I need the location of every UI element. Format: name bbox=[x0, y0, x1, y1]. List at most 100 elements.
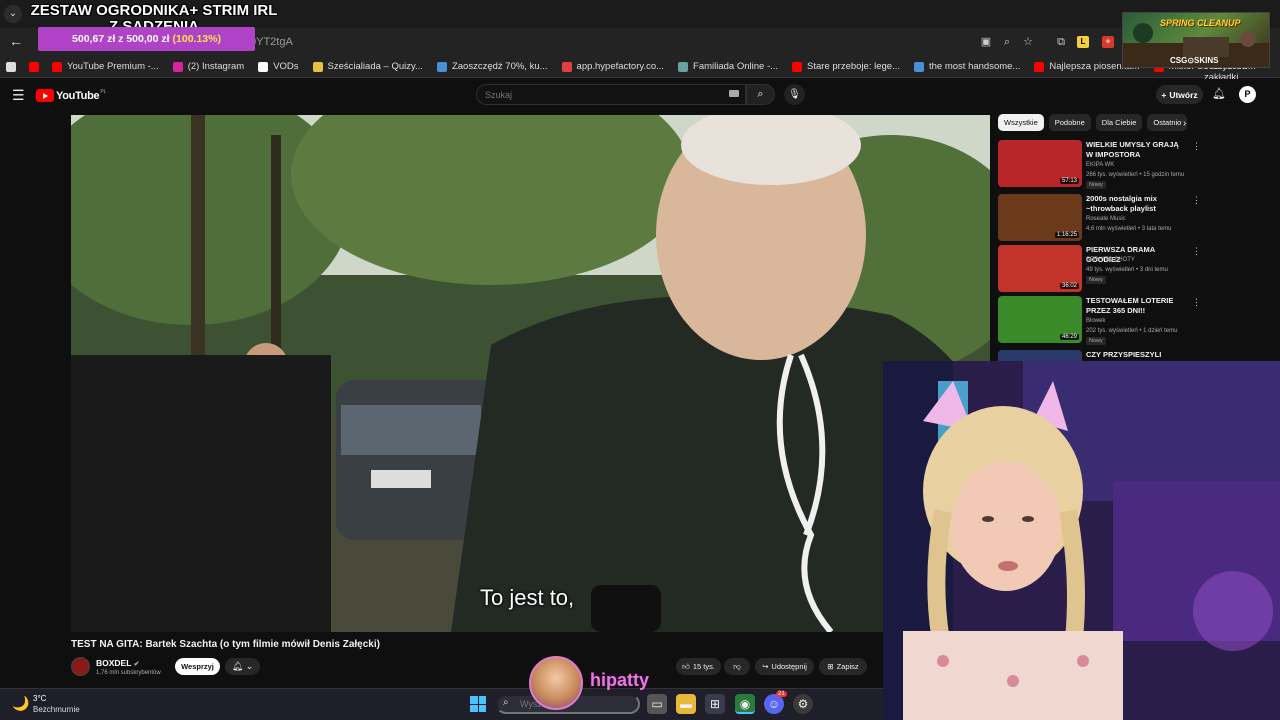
install-app-icon[interactable]: ▣ bbox=[978, 34, 994, 50]
channel-name-text: BOXDEL bbox=[96, 658, 132, 668]
back-arrow-icon[interactable]: ← bbox=[8, 33, 24, 51]
channel-subscribers: 1,76 mln subskrybentów bbox=[96, 670, 161, 676]
bookmark-label: (2) Instagram bbox=[187, 61, 245, 72]
recommendation-channel[interactable]: EKIPA WK bbox=[1086, 162, 1114, 168]
weather-moon-icon[interactable]: 🌙 bbox=[12, 695, 29, 712]
video-player[interactable] bbox=[71, 115, 990, 632]
save-button[interactable]: ⊞ Zapisz bbox=[819, 658, 867, 675]
filter-chips: Wszystkie Podobne Dla Ciebie Ostatnio bbox=[998, 114, 1188, 132]
menu-icon[interactable]: ☰ bbox=[12, 87, 25, 104]
notifications-bell-icon[interactable]: 🔔︎ bbox=[1212, 87, 1226, 100]
bookmark-item[interactable] bbox=[29, 61, 44, 72]
youtube-country-code: PL bbox=[100, 89, 107, 95]
file-explorer-icon[interactable]: ▬ bbox=[676, 694, 696, 714]
steam-icon[interactable]: ⚙ bbox=[793, 694, 813, 714]
recommendation-item[interactable]: 57:13 WIELKIE UMYSŁY GRAJĄ W IMPOSTORA E… bbox=[998, 140, 1201, 190]
task-view-icon[interactable]: ▭ bbox=[647, 694, 667, 714]
search-button[interactable]: ⌕ bbox=[746, 84, 775, 105]
microphone-icon: 🎙 bbox=[788, 89, 801, 100]
extension-icon[interactable]: ⧉ bbox=[1053, 34, 1069, 50]
search-input[interactable] bbox=[476, 84, 746, 105]
recommendation-title[interactable]: CZY PRZYSPIESZYLI CZAS? bbox=[1086, 350, 1182, 361]
recommendation-channel[interactable]: SERHITO SHOTY bbox=[1086, 257, 1135, 263]
more-options-icon[interactable]: ⋮ bbox=[1192, 246, 1201, 257]
recommendation-item[interactable]: 46:29 TESTOWAŁEM LOTERIE PRZEZ 365 DNI!!… bbox=[998, 296, 1201, 346]
recommendation-meta: 266 tys. wyświetleń • 15 godzin temu bbox=[1086, 172, 1185, 178]
bookmark-item[interactable]: app.hypefactory.co... bbox=[561, 61, 665, 72]
bookmark-item[interactable]: VODs bbox=[258, 61, 299, 72]
bookmark-label: app.hypefactory.co... bbox=[576, 61, 665, 72]
store-icon[interactable]: ⊞ bbox=[705, 694, 725, 714]
bookmark-favicon-icon bbox=[436, 61, 447, 72]
subscription-bell-button[interactable]: 🔔︎ ⌄ bbox=[225, 658, 260, 675]
more-options-icon[interactable]: ⋮ bbox=[1192, 297, 1201, 308]
address-url[interactable]: 0YT2tgA bbox=[250, 36, 293, 48]
recommendation-title[interactable]: TESTOWAŁEM LOTERIE PRZEZ 365 DNI!! bbox=[1086, 296, 1182, 316]
chevron-right-icon[interactable]: › bbox=[1183, 118, 1186, 129]
bookmark-item[interactable]: Zaoszczędź 70%, ku... bbox=[436, 61, 548, 72]
keyboard-icon[interactable] bbox=[729, 90, 739, 97]
recommendation-thumbnail[interactable]: 57:13 bbox=[998, 140, 1082, 187]
channel-avatar[interactable] bbox=[71, 657, 90, 676]
bookmark-item[interactable]: Familiada Online -... bbox=[678, 61, 778, 72]
bookmark-item[interactable]: (2) Instagram bbox=[172, 61, 245, 72]
bookmark-item[interactable]: the most handsome... bbox=[914, 61, 1020, 72]
extension-red-icon[interactable]: ◈ bbox=[1102, 36, 1114, 48]
more-options-icon[interactable]: ⋮ bbox=[1192, 195, 1201, 206]
chrome-icon[interactable]: ◉ bbox=[735, 694, 755, 714]
zoom-icon[interactable]: ⌕ bbox=[999, 34, 1015, 50]
chip-for-you[interactable]: Dla Ciebie bbox=[1095, 114, 1143, 131]
recommendation-item[interactable]: 36:02 PIERWSZA DRAMA GOODIEZ SERHITO SHO… bbox=[998, 245, 1201, 295]
donation-goal-percent: (100.13%) bbox=[172, 33, 221, 45]
streamer-name: hipatty bbox=[590, 670, 650, 690]
recommendation-meta: 4,6 mln wyświetleń • 3 lata temu bbox=[1086, 226, 1172, 232]
recommendation-item[interactable]: CZY PRZYSPIESZYLI CZAS? bbox=[998, 350, 1198, 361]
bookmark-label: Familiada Online -... bbox=[693, 61, 779, 72]
recommendation-channel[interactable]: Roseate Music bbox=[1086, 216, 1126, 222]
recommendation-thumbnail[interactable]: 46:29 bbox=[998, 296, 1082, 343]
recommendation-title[interactable]: WIELKIE UMYSŁY GRAJĄ W IMPOSTORA bbox=[1086, 140, 1182, 160]
bookmark-item[interactable]: Sześcialiada – Quizy... bbox=[312, 61, 423, 72]
bookmark-item[interactable]: YouTube Premium -... bbox=[52, 61, 159, 72]
new-badge: Nowy bbox=[1086, 276, 1106, 284]
recommendation-thumbnail[interactable]: 1:16:25 bbox=[998, 194, 1082, 241]
bookmark-favicon-icon bbox=[792, 61, 803, 72]
weather-temperature[interactable]: 3°C bbox=[33, 694, 46, 703]
recommendation-item[interactable]: 1:16:25 2000s nostalgia mix ~throwback p… bbox=[998, 194, 1201, 244]
youtube-logo[interactable]: YouTube PL bbox=[36, 89, 106, 102]
voice-search-button[interactable]: 🎙 bbox=[784, 84, 805, 105]
like-button[interactable]: 👍︎ 15 tys. bbox=[676, 658, 721, 675]
bookmark-favicon-icon bbox=[29, 61, 39, 72]
discord-icon[interactable]: ☺ bbox=[764, 694, 784, 714]
recommendation-thumbnail[interactable] bbox=[998, 350, 1082, 361]
more-options-icon[interactable]: ⋮ bbox=[1192, 141, 1201, 152]
support-button[interactable]: Wesprzyj bbox=[175, 658, 220, 675]
bookmark-star-icon[interactable]: ☆ bbox=[1020, 34, 1036, 50]
streamer-avatar bbox=[529, 656, 583, 710]
extension-l-icon[interactable]: L bbox=[1077, 36, 1089, 48]
sponsor-ad-title: SPRING CLEANUP bbox=[1160, 18, 1241, 28]
chip-recent[interactable]: Ostatnio bbox=[1147, 114, 1188, 131]
dislike-button[interactable]: 👎︎ bbox=[724, 658, 750, 675]
chip-all[interactable]: Wszystkie bbox=[998, 114, 1044, 131]
recommendation-title[interactable]: 2000s nostalgia mix ~throwback playlist bbox=[1086, 194, 1182, 214]
bookmark-item[interactable]: Stare przeboje: lege... bbox=[792, 61, 900, 72]
apps-grid-icon[interactable]: ⊞ bbox=[7, 61, 15, 72]
share-label: Udostępnij bbox=[771, 662, 807, 671]
recommendation-meta: 202 tys. wyświetleń • 1 dzień temu bbox=[1086, 328, 1178, 334]
recommendation-thumbnail[interactable]: 36:02 bbox=[998, 245, 1082, 292]
save-icon: ⊞ bbox=[827, 662, 834, 671]
share-button[interactable]: ↪ Udostępnij bbox=[755, 658, 814, 675]
windows-start-icon[interactable] bbox=[470, 696, 486, 712]
weather-description[interactable]: Bezchmurnie bbox=[33, 705, 80, 714]
chip-related[interactable]: Podobne bbox=[1048, 114, 1091, 131]
channel-name[interactable]: BOXDEL ✔ bbox=[96, 658, 140, 668]
recommendation-channel[interactable]: Blowek bbox=[1086, 318, 1105, 324]
account-avatar[interactable]: P bbox=[1239, 86, 1256, 103]
tab-search-menu-icon[interactable]: ⌄ bbox=[4, 5, 22, 23]
sponsor-ad-brand: CSG⊙SKINS bbox=[1170, 56, 1219, 65]
create-button[interactable]: + Utwórz bbox=[1156, 85, 1203, 104]
chevron-down-icon: ⌄ bbox=[245, 661, 254, 671]
bookmark-favicon-icon bbox=[678, 61, 689, 72]
video-duration: 46:29 bbox=[1059, 334, 1079, 340]
